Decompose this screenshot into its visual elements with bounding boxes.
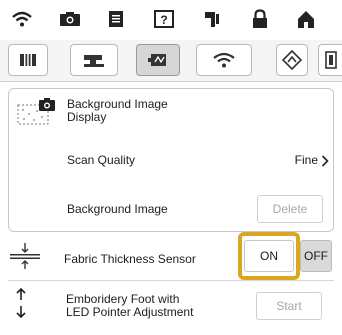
- help-icon: ?: [154, 10, 174, 28]
- bg-image-display-label-1: Background Image: [67, 97, 168, 111]
- sewing-machine-button[interactable]: [70, 44, 118, 76]
- start-button[interactable]: Start: [256, 292, 322, 320]
- background-image-label: Background Image: [67, 202, 168, 216]
- wifi-settings-button[interactable]: [196, 44, 252, 76]
- wifi-icon: [213, 52, 235, 68]
- fabric-thickness-label: Fabric Thickness Sensor: [64, 252, 196, 266]
- book-icon: [20, 54, 36, 66]
- diamond-arrow-icon: [282, 50, 302, 70]
- camera-pattern-icon: [17, 98, 55, 125]
- document-tab[interactable]: [96, 6, 136, 32]
- thickness-icon: [10, 243, 40, 269]
- camera-icon: [60, 12, 80, 26]
- updown-arrow-icon: [16, 288, 26, 318]
- lower-panel: Fabric Thickness Sensor ON OFF Emborider…: [8, 232, 334, 328]
- camera-tab[interactable]: [50, 6, 90, 32]
- help-tab[interactable]: ?: [144, 6, 184, 32]
- embroidery-frame-icon: [148, 54, 166, 66]
- wifi-icon: [12, 11, 32, 27]
- book-button[interactable]: [8, 44, 48, 76]
- sewing-machine-icon: [84, 55, 104, 67]
- home-tab[interactable]: [286, 6, 326, 32]
- needle-tab[interactable]: [192, 6, 232, 32]
- category-icon-row: [0, 40, 342, 82]
- foot-pointer-label-2: LED Pointer Adjustment: [66, 305, 194, 319]
- needle-icon: [205, 12, 219, 27]
- svg-text:?: ?: [160, 13, 167, 27]
- embroidery-frame-button[interactable]: [136, 44, 180, 76]
- delete-button[interactable]: Delete: [257, 195, 323, 223]
- top-tab-bar: ?: [0, 0, 342, 40]
- scan-quality-value: Fine: [294, 153, 318, 167]
- bg-image-display-label-2: Display: [67, 110, 107, 124]
- foot-pointer-label-1: Emboridery Foot with: [66, 292, 180, 306]
- row-divider: [8, 280, 334, 281]
- on-button[interactable]: ON: [244, 240, 294, 272]
- scan-quality-label: Scan Quality: [67, 153, 136, 167]
- home-icon: [298, 11, 314, 28]
- chevron-right-icon: [321, 155, 329, 167]
- lock-tab[interactable]: [240, 6, 280, 32]
- page-edge-button[interactable]: [318, 44, 342, 76]
- lock-icon: [253, 9, 267, 28]
- off-button[interactable]: OFF: [300, 240, 332, 272]
- settings-panel: Background Image Display Scan Quality Fi…: [8, 88, 334, 232]
- document-icon: [109, 11, 123, 27]
- scan-quality-selector[interactable]: Fine: [279, 147, 331, 173]
- diamond-arrow-button[interactable]: [276, 44, 308, 76]
- wifi-tab[interactable]: [2, 6, 42, 32]
- page-edge-icon: [324, 51, 337, 69]
